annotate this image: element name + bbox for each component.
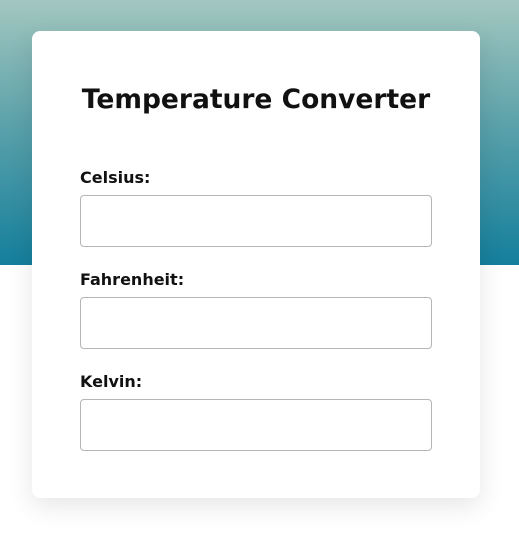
page: Temperature Converter Celsius: Fahrenhei… bbox=[0, 0, 519, 543]
fahrenheit-label: Fahrenheit: bbox=[80, 270, 185, 289]
page-title: Temperature Converter bbox=[81, 84, 431, 115]
kelvin-input[interactable] bbox=[80, 399, 432, 451]
fahrenheit-input[interactable] bbox=[80, 297, 432, 349]
celsius-label: Celsius: bbox=[80, 168, 151, 187]
converter-card: Temperature Converter Celsius: Fahrenhei… bbox=[32, 31, 480, 498]
celsius-input[interactable] bbox=[80, 195, 432, 247]
kelvin-label: Kelvin: bbox=[80, 372, 143, 391]
